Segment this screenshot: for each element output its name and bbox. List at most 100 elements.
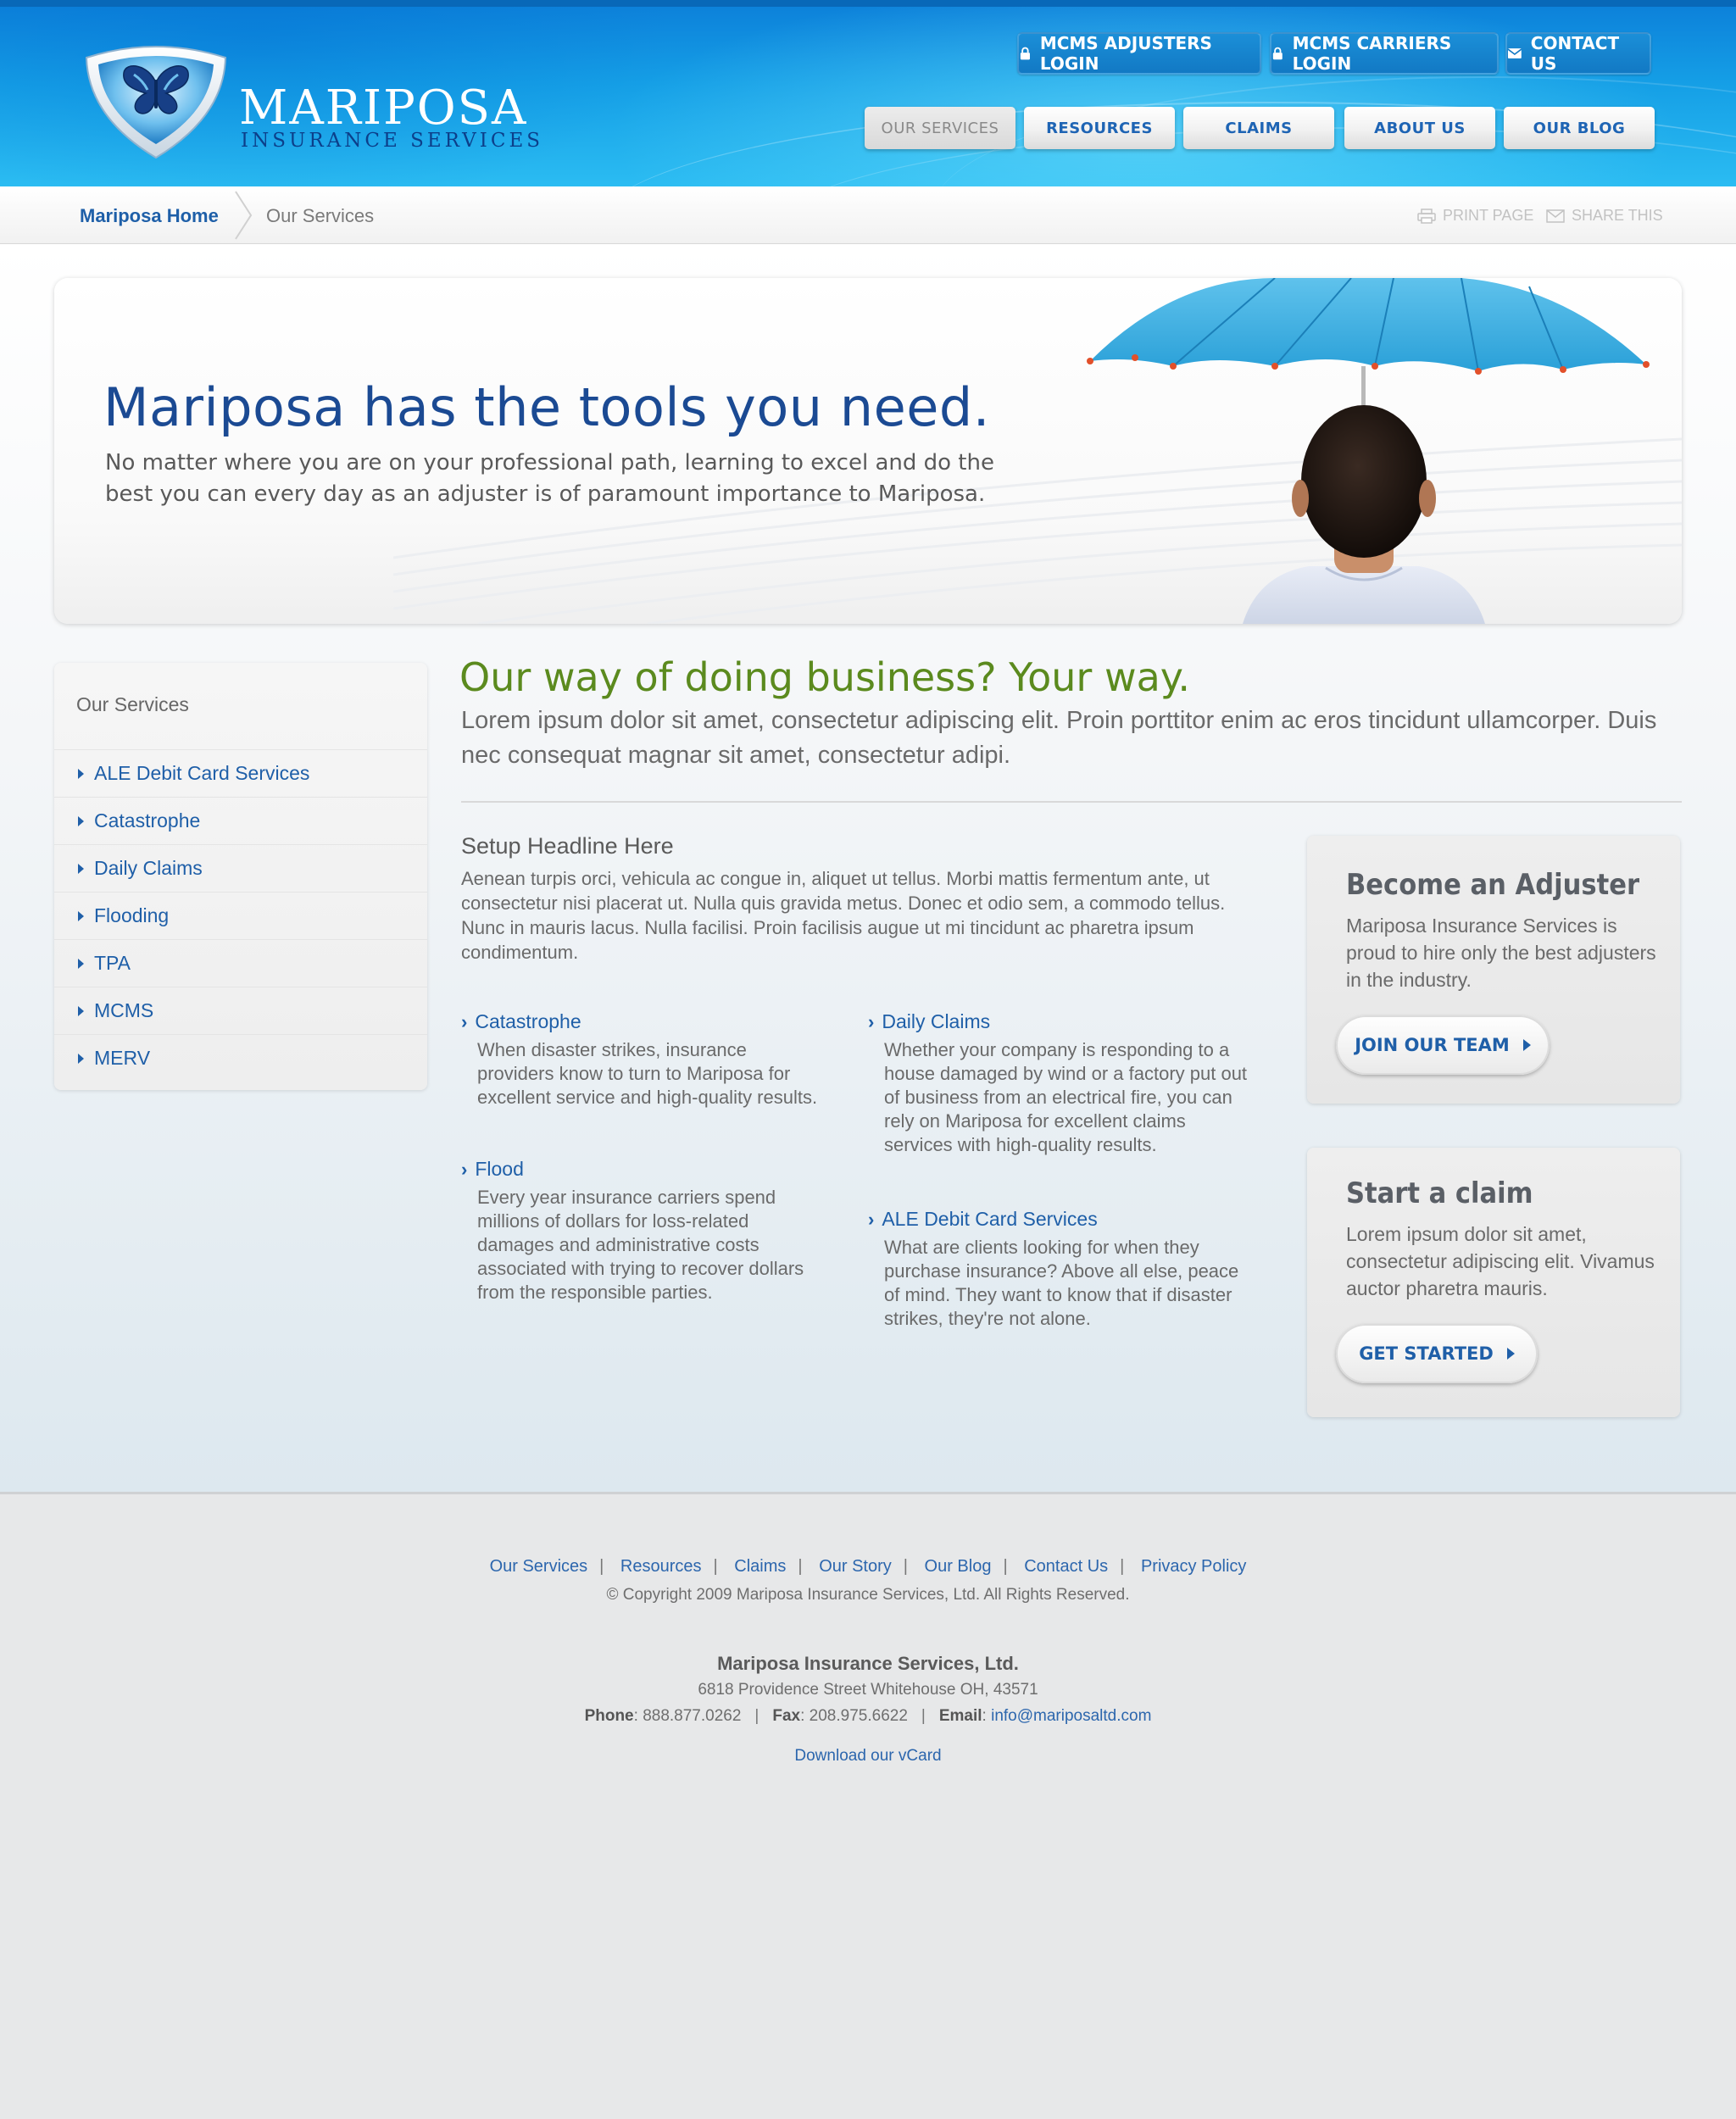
service-title: Daily Claims (882, 1010, 991, 1032)
caret-right-icon (78, 1005, 84, 1016)
arrow-right-icon (1506, 1348, 1515, 1360)
sidebar-item-catastrophe[interactable]: Catastrophe (54, 797, 427, 844)
print-page-link[interactable]: PRINT PAGE (1417, 207, 1533, 225)
sidebar-title: Our Services (76, 693, 189, 715)
company-name: Mariposa Insurance Services, Ltd. (717, 1653, 1019, 1674)
header-top-line (0, 0, 1736, 7)
company-address: 6818 Providence Street Whitehouse OH, 43… (698, 1681, 1038, 1699)
sidebar-item-daily-claims[interactable]: Daily Claims (54, 844, 427, 892)
sidebar-item-ale-debit-card[interactable]: ALE Debit Card Services (54, 749, 427, 797)
sidebar-item-mcms[interactable]: MCMS (54, 987, 427, 1034)
adjusters-login-label: MCMS ADJUSTERS LOGIN (1039, 33, 1212, 74)
site-header: MARIPOSA INSURANCE SERVICES MCMS ADJUSTE… (0, 0, 1736, 186)
separator: | (1120, 1557, 1125, 1576)
footer-link-our-story[interactable]: Our Story (819, 1557, 892, 1576)
service-title: Flood (475, 1158, 524, 1180)
fax-label: Fax (772, 1707, 801, 1725)
sidebar-list: ALE Debit Card Services Catastrophe Dail… (54, 749, 427, 1082)
footer-link-privacy-policy[interactable]: Privacy Policy (1141, 1557, 1246, 1576)
become-adjuster-box: Become an Adjuster Mariposa Insurance Se… (1307, 836, 1680, 1104)
service-link-ale-debit-card[interactable]: › ALE Debit Card Services (868, 1208, 1249, 1231)
divider (461, 801, 1682, 803)
share-this-label: SHARE THIS (1572, 207, 1663, 224)
sidebar-item-tpa[interactable]: TPA (54, 939, 427, 987)
service-title: ALE Debit Card Services (882, 1208, 1098, 1230)
get-started-button[interactable]: GET STARTED (1336, 1324, 1538, 1383)
caret-right-icon (78, 1053, 84, 1064)
content-heading: Our way of doing business? Your way. (459, 654, 1191, 700)
service-description: Whether your company is responding to a … (884, 1039, 1248, 1155)
hero-title: Mariposa has the tools you need. (103, 376, 990, 438)
footer-link-our-blog[interactable]: Our Blog (925, 1557, 992, 1576)
sidebar-item-label: MCMS (94, 999, 154, 1021)
setup-text: Aenean turpis orci, vehicula ac congue i… (461, 868, 1226, 963)
service-link-flood[interactable]: › Flood (461, 1158, 826, 1181)
caret-right-icon (78, 958, 84, 969)
fax-number: 208.975.6622 (809, 1707, 908, 1725)
logo-tagline: INSURANCE SERVICES (241, 130, 543, 152)
nav-resources[interactable]: RESOURCES (1024, 107, 1175, 149)
service-link-daily-claims[interactable]: › Daily Claims (868, 1010, 1249, 1033)
download-vcard-link[interactable]: Download our vCard (794, 1747, 941, 1765)
cta-title: Start a claim (1346, 1176, 1533, 1210)
share-this-link[interactable]: SHARE THIS (1546, 207, 1663, 225)
sidebar-item-merv[interactable]: MERV (54, 1034, 427, 1082)
footer-link-our-services[interactable]: Our Services (490, 1557, 588, 1576)
nav-our-services[interactable]: OUR SERVICES (865, 107, 1015, 149)
email-link[interactable]: info@mariposaltd.com (991, 1707, 1151, 1725)
contact-us-label: CONTACT US (1530, 33, 1620, 74)
chevron-right-icon: › (868, 1010, 875, 1032)
footer-link-claims[interactable]: Claims (734, 1557, 786, 1576)
service-block-catastrophe: › Catastrophe When disaster strikes, insu… (461, 1010, 826, 1110)
caret-right-icon (78, 815, 84, 826)
separator: | (713, 1557, 718, 1576)
nav-claims[interactable]: CLAIMS (1183, 107, 1334, 149)
sidebar-item-label: ALE Debit Card Services (94, 762, 310, 784)
lock-icon (1272, 47, 1283, 60)
butterfly-logo-icon[interactable] (75, 39, 237, 161)
cta-title: Become an Adjuster (1346, 868, 1640, 902)
service-block-flood: › Flood Every year insurance carriers spe… (461, 1158, 826, 1304)
chevron-right-icon: › (868, 1208, 875, 1230)
service-description: What are clients looking for when they p… (884, 1237, 1239, 1329)
service-description: Every year insurance carriers spend mill… (477, 1187, 804, 1303)
contact-us-button[interactable]: CONTACT US (1505, 32, 1651, 75)
nav-about-us[interactable]: ABOUT US (1344, 107, 1495, 149)
cta-text: Mariposa Insurance Services is proud to … (1346, 915, 1656, 991)
logo-wordmark[interactable]: MARIPOSA (239, 85, 527, 132)
service-description: When disaster strikes, insurance provide… (477, 1039, 818, 1108)
phone-label: Phone (584, 1707, 634, 1725)
sidebar-item-flooding[interactable]: Flooding (54, 892, 427, 939)
cta-text: Lorem ipsum dolor sit amet, consectetur … (1346, 1223, 1655, 1299)
sidebar-item-label: Flooding (94, 904, 170, 926)
footer-link-contact-us[interactable]: Contact Us (1024, 1557, 1108, 1576)
get-started-label: GET STARTED (1359, 1343, 1494, 1364)
service-block-daily-claims: › Daily Claims Whether your company is re… (868, 1010, 1249, 1157)
sidebar-item-label: Catastrophe (94, 809, 201, 831)
printer-icon (1417, 208, 1436, 224)
hero-banner: Mariposa has the tools you need. No matt… (54, 278, 1682, 624)
content-intro: Lorem ipsum dolor sit amet, consectetur … (461, 707, 1657, 769)
join-our-team-button[interactable]: JOIN OUR TEAM (1336, 1015, 1550, 1075)
service-block-ale-debit-card: › ALE Debit Card Services What are client… (868, 1208, 1249, 1331)
nav-our-blog[interactable]: OUR BLOG (1504, 107, 1655, 149)
separator: | (599, 1557, 604, 1576)
breadcrumb: Mariposa Home Our Services PRINT PAGE SH… (0, 186, 1736, 244)
caret-right-icon (78, 768, 84, 779)
sidebar-item-label: MERV (94, 1047, 151, 1069)
carriers-login-button[interactable]: MCMS CARRIERS LOGIN (1270, 32, 1499, 75)
breadcrumb-current: Our Services (266, 205, 375, 226)
adjusters-login-button[interactable]: MCMS ADJUSTERS LOGIN (1017, 32, 1261, 75)
breadcrumb-home-link[interactable]: Mariposa Home (80, 205, 219, 227)
vcard-row: Download our vCard (0, 1747, 1736, 1766)
services-sidebar: Our Services ALE Debit Card Services Cat… (54, 663, 427, 1090)
footer-link-resources[interactable]: Resources (620, 1557, 702, 1576)
envelope-icon (1546, 209, 1565, 223)
chevron-right-icon: › (461, 1158, 468, 1180)
arrow-right-icon (1522, 1039, 1531, 1051)
contact-details: Phone: 888.877.0262 | Fax: 208.975.6622 | Em… (584, 1707, 1152, 1725)
separator: | (798, 1557, 803, 1576)
service-link-catastrophe[interactable]: › Catastrophe (461, 1010, 826, 1033)
phone-number: 888.877.0262 (643, 1707, 742, 1725)
copyright-text: © Copyright 2009 Mariposa Insurance Serv… (606, 1586, 1130, 1604)
